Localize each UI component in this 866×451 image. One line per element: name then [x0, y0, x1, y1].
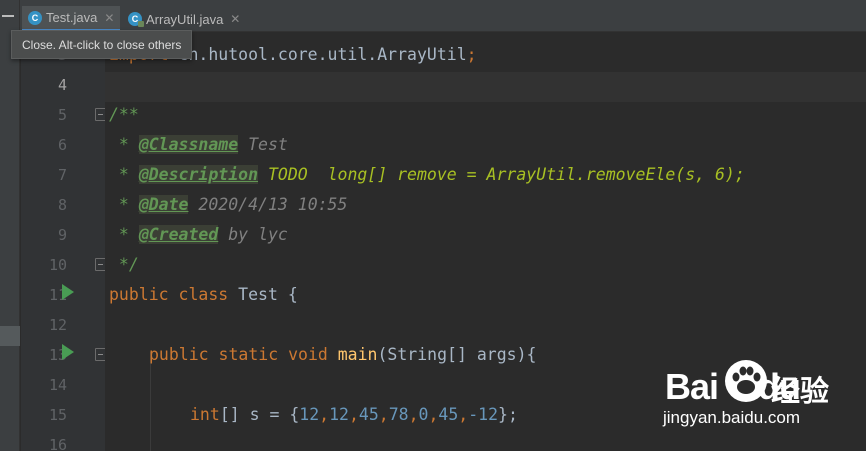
code-line-doc-description: * @Description TODO long[] remove = Arra… [109, 165, 745, 184]
code-line-doc-date: * @Date 2020/4/13 10:55 [109, 195, 348, 214]
tab-arrayutil-java[interactable]: C ArrayUtil.java ✕ [122, 6, 246, 32]
baidu-jingyan-watermark: Bai du 经验 jingyan.baidu.com [663, 352, 863, 432]
line-number: 9 [57, 226, 67, 244]
line-number-gutter: 3 4 5 6 7 8 9 10 11 12 13 14 15 16 [21, 32, 106, 451]
line-number: 16 [48, 436, 67, 451]
tool-window-strip-top [0, 0, 20, 32]
tab-label: Test.java [46, 10, 98, 25]
line-number: 5 [57, 106, 67, 124]
editor-tab-bar: C Test.java ✕ C ArrayUtil.java ✕ [0, 0, 866, 32]
tab-test-java[interactable]: C Test.java ✕ [22, 6, 121, 32]
line-number: 15 [48, 406, 67, 424]
current-line-highlight [105, 72, 866, 102]
code-line-main-decl: public static void main(String[] args){ [149, 345, 537, 364]
watermark-site-url: jingyan.baidu.com [663, 408, 801, 427]
code-line-array-decl: int[] s = {12,12,45,78,0,45,-12}; [190, 405, 518, 424]
close-tab-tooltip: Close. Alt-click to close others [11, 30, 193, 59]
close-icon[interactable]: ✕ [230, 12, 240, 26]
line-number: 14 [48, 376, 67, 394]
close-icon[interactable]: ✕ [104, 11, 114, 25]
line-number: 10 [48, 256, 67, 274]
watermark-jingyan-text: 经验 [771, 374, 830, 408]
tool-window-marker[interactable] [0, 326, 20, 346]
minimize-icon[interactable] [2, 15, 14, 17]
run-class-icon[interactable] [62, 284, 74, 300]
paw-logo-icon [725, 360, 767, 402]
line-number: 12 [48, 316, 67, 334]
line-number: 6 [57, 136, 67, 154]
line-number: 8 [57, 196, 67, 214]
java-class-locked-icon: C [128, 12, 144, 27]
line-number: 4 [57, 76, 67, 94]
code-line-doc-open: /** [109, 105, 139, 124]
code-line-class-decl: public class Test { [109, 285, 298, 304]
code-line-doc-classname: * @Classname Test [109, 135, 288, 154]
indent-guide [150, 352, 151, 451]
tab-label: ArrayUtil.java [146, 11, 224, 27]
code-line-doc-close: */ [109, 255, 139, 274]
line-number: 7 [57, 166, 67, 184]
run-main-icon[interactable] [62, 344, 74, 360]
line-number: 13 [48, 346, 67, 364]
java-class-icon: C [28, 10, 42, 25]
line-number: 11 [48, 286, 67, 304]
code-line-doc-created: * @Created by lyc [109, 225, 288, 244]
left-tool-strip [0, 32, 20, 451]
